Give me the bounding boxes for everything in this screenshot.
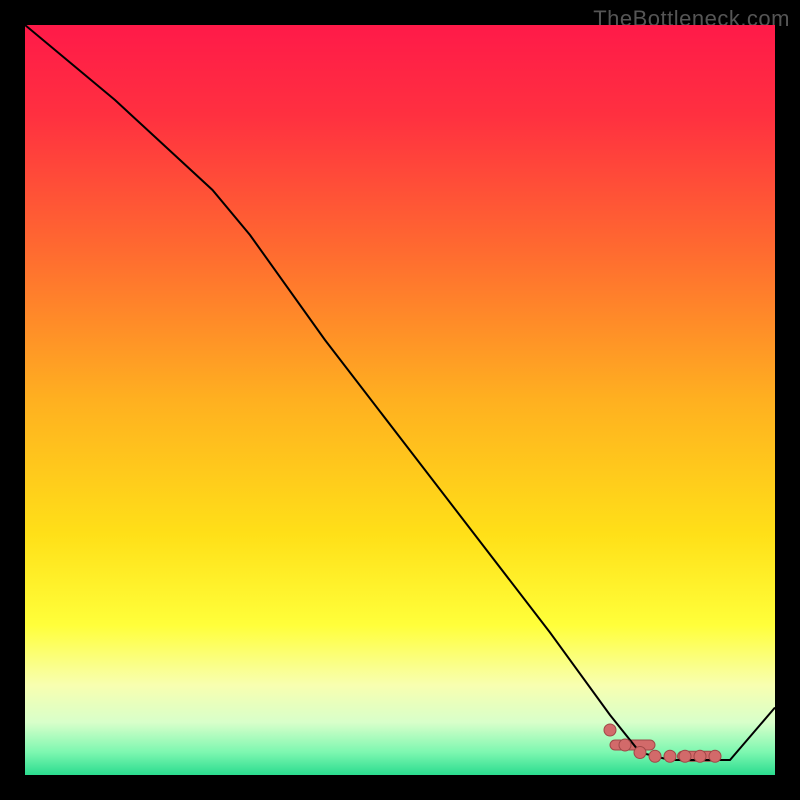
marker-dot [694,750,706,762]
marker-dot [679,750,691,762]
marker-bar [610,740,655,750]
chart-frame: TheBottleneck.com [0,0,800,800]
marker-dot [709,750,721,762]
chart-svg [25,25,775,775]
plot-area [25,25,775,775]
marker-dot [634,747,646,759]
marker-dot [619,739,631,751]
marker-dot [649,750,661,762]
gradient-background [25,25,775,775]
marker-dot [604,724,616,736]
marker-dot [664,750,676,762]
